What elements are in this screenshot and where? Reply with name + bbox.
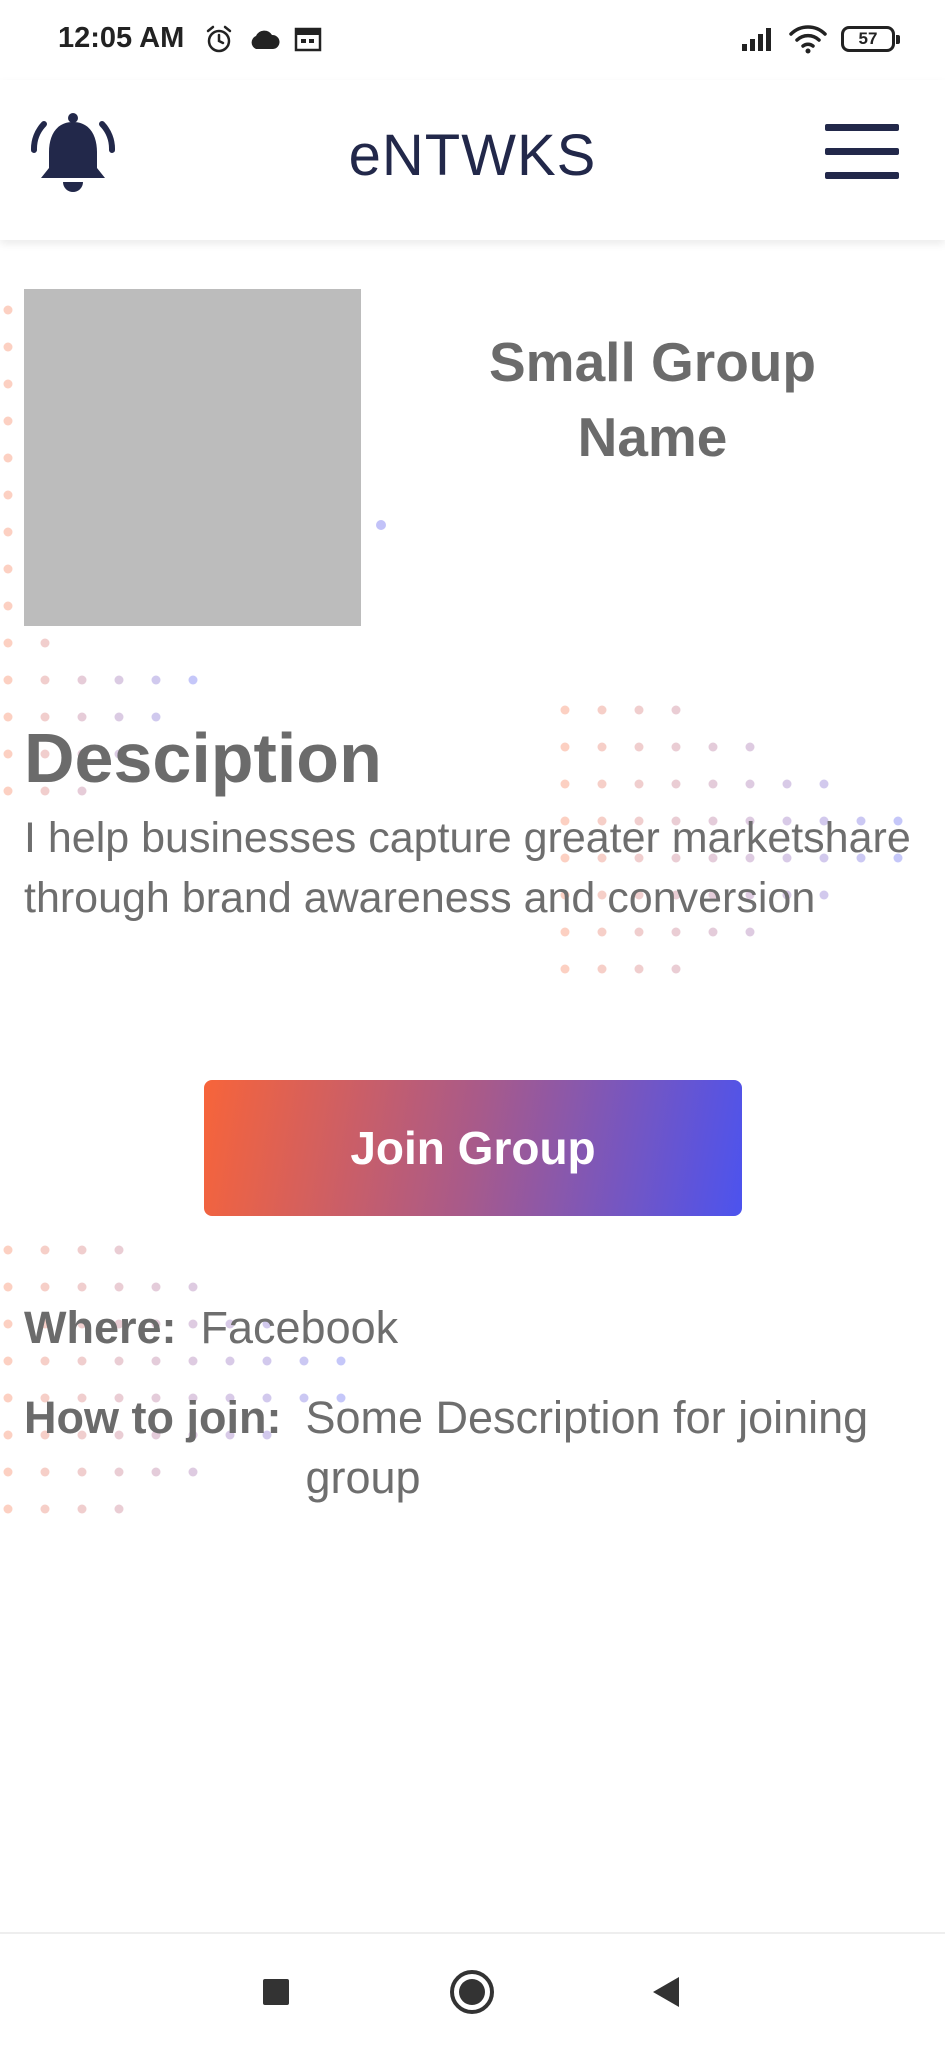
status-left-icons bbox=[204, 24, 322, 54]
where-value: Facebook bbox=[200, 1302, 399, 1353]
description-text: I help businesses capture greater market… bbox=[24, 814, 911, 922]
back-triangle-icon bbox=[653, 1977, 679, 2007]
where-row: Where: Facebook bbox=[24, 1298, 398, 1358]
description-heading: Desciption bbox=[24, 719, 382, 797]
hamburger-menu-icon bbox=[825, 124, 899, 131]
battery-icon: 57 bbox=[841, 26, 900, 52]
signal-icon bbox=[742, 28, 771, 51]
recents-button[interactable] bbox=[246, 1962, 306, 2022]
calendar-icon bbox=[294, 27, 322, 52]
group-image-placeholder bbox=[24, 289, 361, 626]
menu-button[interactable] bbox=[825, 124, 899, 184]
group-detail-content: Small Group Name Desciption I help busin… bbox=[0, 240, 945, 1930]
how-to-join-row: How to join: Some Description for joinin… bbox=[24, 1388, 945, 1508]
wifi-icon bbox=[789, 25, 827, 54]
app-header: eNTWKS bbox=[0, 80, 945, 240]
cloud-icon bbox=[251, 30, 280, 49]
how-to-join-label: How to join: bbox=[24, 1392, 282, 1443]
back-button[interactable] bbox=[636, 1962, 696, 2022]
recents-square-icon bbox=[263, 1979, 289, 2005]
app-title: eNTWKS bbox=[348, 123, 597, 188]
screen: 12:05 AM 57 eNTWKS Small Group Name Desc… bbox=[0, 0, 945, 2048]
status-right-icons: 57 bbox=[741, 24, 900, 54]
alarm-icon bbox=[206, 25, 232, 53]
join-group-button[interactable]: Join Group bbox=[204, 1080, 742, 1216]
system-nav-bar bbox=[0, 1932, 945, 2048]
battery-level: 57 bbox=[858, 29, 878, 48]
status-time: 12:05 AM bbox=[58, 22, 185, 54]
home-button[interactable] bbox=[442, 1962, 502, 2022]
group-name: Small Group Name bbox=[489, 331, 816, 468]
hamburger-menu-icon bbox=[825, 148, 899, 155]
status-bar: 12:05 AM 57 bbox=[0, 0, 945, 80]
where-label: Where: bbox=[24, 1302, 177, 1353]
how-to-join-value: Some Description for joining group bbox=[305, 1392, 869, 1503]
hamburger-menu-icon bbox=[825, 172, 899, 179]
home-circle-icon bbox=[450, 1970, 494, 2014]
